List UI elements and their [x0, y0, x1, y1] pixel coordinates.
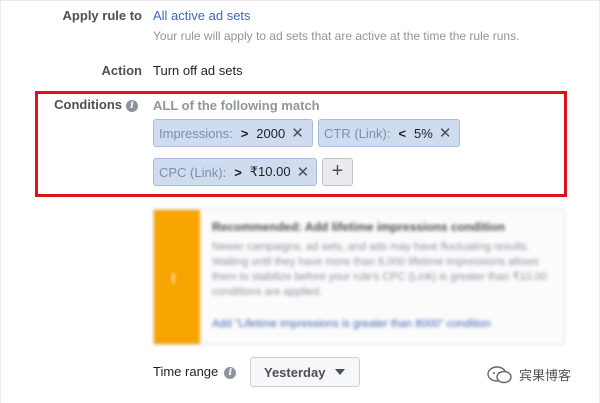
add-condition-button[interactable]: + [322, 158, 353, 186]
time-range-label: Time range i [153, 364, 237, 379]
condition-value[interactable]: 5% [414, 126, 433, 141]
condition-metric: CTR (Link): [324, 125, 391, 141]
recommendation-title: Recommended: Add lifetime impressions co… [212, 220, 505, 234]
time-range-value: Yesterday [264, 364, 326, 380]
lightbulb-icon: ! [171, 270, 176, 286]
watermark-text: 宾果博客 [519, 368, 572, 383]
recommendation-body: Newer campaigns, ad sets, and ads may ha… [212, 241, 547, 298]
condition-operator[interactable]: > [234, 165, 242, 180]
close-icon[interactable]: ✕ [439, 126, 452, 141]
automated-rule-form: Apply rule to All active ad sets Your ru… [0, 0, 600, 403]
frame-border-top [0, 0, 600, 1]
apply-rule-help: Your rule will apply to ad sets that are… [153, 29, 520, 43]
frame-border-left [0, 0, 1, 403]
time-range-label-text: Time range [153, 364, 219, 379]
condition-metric: CPC (Link): [159, 164, 227, 180]
conditions-match-text: ALL of the following match [153, 98, 320, 113]
apply-rule-value[interactable]: All active ad sets [153, 8, 251, 23]
apply-rule-label: Apply rule to [62, 8, 142, 23]
action-value[interactable]: Turn off ad sets [153, 63, 243, 78]
condition-value[interactable]: ₹10.00 [250, 164, 291, 180]
wechat-icon [487, 365, 512, 383]
condition-chip-cpc[interactable]: CPC (Link): > ₹10.00 ✕ [153, 158, 317, 186]
chevron-down-icon [335, 369, 346, 375]
time-range-dropdown[interactable]: Yesterday [250, 357, 360, 387]
condition-chip-ctr[interactable]: CTR (Link): < 5% ✕ [318, 119, 460, 147]
watermark: 宾果博客 [487, 365, 571, 384]
recommendation-card: ! Recommended: Add lifetime impressions … [153, 209, 565, 345]
condition-operator[interactable]: < [398, 126, 406, 141]
condition-metric: Impressions: [159, 125, 233, 141]
recommendation-accent-stripe: ! [154, 210, 200, 344]
recommendation-link[interactable]: Add "Lifetime impressions is greater tha… [212, 318, 491, 330]
close-icon[interactable]: ✕ [297, 165, 310, 180]
close-icon[interactable]: ✕ [291, 126, 304, 141]
condition-value[interactable]: 2000 [256, 126, 285, 141]
condition-chip-impressions[interactable]: Impressions: > 2000 ✕ [153, 119, 313, 147]
condition-operator[interactable]: > [241, 126, 249, 141]
action-label: Action [101, 63, 142, 78]
info-icon[interactable]: i [224, 366, 237, 379]
